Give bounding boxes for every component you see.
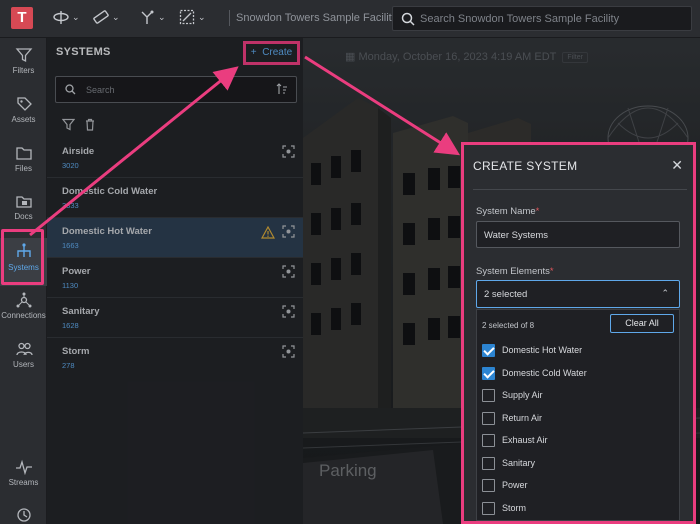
- chevron-up-icon: ⌃: [661, 288, 669, 298]
- checkbox[interactable]: [482, 502, 495, 515]
- option-label: Power: [502, 480, 528, 490]
- option-label: Storm: [502, 503, 527, 513]
- option-domestic-hot-water[interactable]: Domestic Hot Water: [482, 342, 672, 360]
- search-placeholder: Search Snowdon Towers Sample Facility: [420, 13, 620, 25]
- tag-icon: [16, 97, 32, 111]
- checkbox-checked[interactable]: [482, 344, 495, 357]
- search-icon: [401, 12, 415, 26]
- system-elements-dropdown: 2 selected of 8 Clear All Domestic Hot W…: [476, 309, 680, 521]
- clear-all-button[interactable]: Clear All: [610, 314, 674, 333]
- section-icon: [141, 10, 154, 24]
- system-name-label: System Name*: [476, 206, 540, 217]
- rail-item-files[interactable]: Files: [0, 145, 47, 189]
- rail-label: Docs: [14, 212, 33, 221]
- select-value: 2 selected: [484, 289, 528, 300]
- folder-icon: [15, 147, 32, 160]
- connections-icon: [16, 292, 31, 308]
- users-icon: [15, 342, 33, 356]
- docs-icon: [15, 196, 32, 208]
- close-icon[interactable]: ✕: [671, 157, 683, 174]
- option-return-air[interactable]: Return Air: [482, 410, 672, 428]
- toolbar-divider: [229, 10, 230, 26]
- option-label: Sanitary: [502, 458, 536, 468]
- section-tool-button[interactable]: ⌄: [138, 8, 166, 28]
- systems-panel: SYSTEMS + Create Search Airside 3020 Dom…: [47, 38, 303, 524]
- rail-label: Streams: [8, 478, 39, 487]
- checkbox[interactable]: [482, 412, 495, 425]
- streams-icon: [15, 459, 32, 475]
- option-label: Domestic Hot Water: [502, 345, 583, 355]
- checkbox[interactable]: [482, 389, 495, 402]
- rail-label: Files: [15, 164, 32, 173]
- rail-item-users[interactable]: Users: [0, 341, 47, 385]
- system-elements-select[interactable]: 2 selected ⌃: [476, 280, 680, 308]
- rail-label: Assets: [11, 115, 36, 124]
- rail-item-assets[interactable]: Assets: [0, 96, 47, 140]
- selection-tool-button[interactable]: ⌄: [178, 8, 206, 28]
- rail-item-connections[interactable]: Connections: [0, 292, 47, 336]
- history-icon: [16, 508, 31, 522]
- modal-backdrop: [47, 38, 303, 524]
- dialog-divider: [473, 189, 687, 190]
- option-domestic-cold-water[interactable]: Domestic Cold Water: [482, 365, 672, 383]
- global-search-input[interactable]: Search Snowdon Towers Sample Facility: [392, 6, 692, 31]
- rail-label: Filters: [12, 66, 35, 75]
- system-name-field[interactable]: Water Systems: [476, 221, 680, 248]
- checkbox-checked[interactable]: [482, 367, 495, 380]
- option-label: Return Air: [502, 413, 543, 423]
- rail-item-history[interactable]: [0, 506, 47, 524]
- option-storm[interactable]: Storm: [482, 500, 672, 518]
- systems-annotation-highlight: [1, 229, 44, 285]
- option-supply-air[interactable]: Supply Air: [482, 387, 672, 405]
- option-label: Exhaust Air: [502, 435, 548, 445]
- rail-item-streams[interactable]: Streams: [0, 459, 47, 503]
- option-sanitary[interactable]: Sanitary: [482, 455, 672, 473]
- chevron-down-icon: ⌄: [158, 11, 166, 22]
- measure-icon: [93, 10, 109, 24]
- facility-name: Snowdon Towers Sample Facility: [236, 12, 398, 24]
- create-system-dialog: CREATE SYSTEM ✕ System Name* Water Syste…: [461, 142, 696, 524]
- option-exhaust-air[interactable]: Exhaust Air: [482, 432, 672, 450]
- top-toolbar: T ⌄ ⌄ ⌄ ⌄ Snowdon Towers Sample Facility…: [0, 0, 700, 38]
- filter-icon: [15, 48, 32, 63]
- dialog-title: CREATE SYSTEM: [473, 159, 578, 173]
- rail-label: Connections: [1, 311, 46, 320]
- app-logo[interactable]: T: [11, 7, 33, 29]
- option-label: Supply Air: [502, 390, 543, 400]
- measure-tool-button[interactable]: ⌄: [92, 8, 120, 28]
- system-elements-label: System Elements*: [476, 266, 554, 277]
- checkbox[interactable]: [482, 479, 495, 492]
- rail-label: Users: [13, 360, 34, 369]
- checkbox[interactable]: [482, 434, 495, 447]
- option-power[interactable]: Power: [482, 477, 672, 495]
- chevron-down-icon: ⌄: [72, 11, 80, 22]
- selected-count: 2 selected of 8: [482, 321, 535, 330]
- chevron-down-icon: ⌄: [198, 11, 206, 22]
- selection-box-icon: [179, 9, 195, 25]
- option-label: Domestic Cold Water: [502, 368, 587, 378]
- orbit-tool-button[interactable]: ⌄: [52, 8, 80, 28]
- orbit-icon: [53, 11, 69, 24]
- rail-item-filters[interactable]: Filters: [0, 47, 47, 91]
- checkbox[interactable]: [482, 457, 495, 470]
- chevron-down-icon: ⌄: [112, 11, 120, 22]
